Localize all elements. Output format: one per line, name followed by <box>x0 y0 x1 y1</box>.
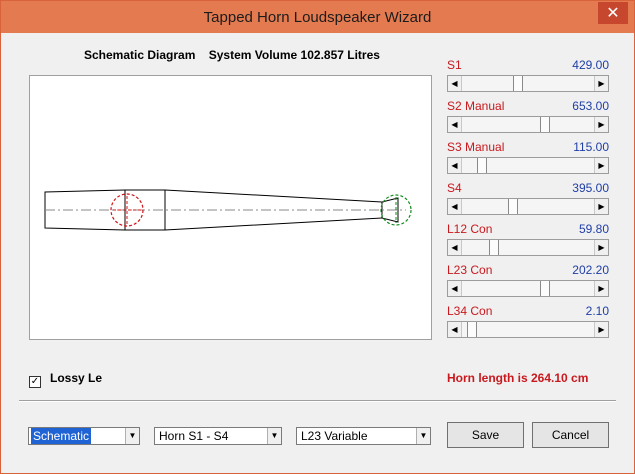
slider-scrollbar[interactable]: ◀ ▶ <box>447 75 609 92</box>
schematic-header: Schematic Diagram System Volume 102.857 … <box>84 48 380 62</box>
slider-label: S4 <box>447 181 462 195</box>
slider-value: 202.20 <box>572 263 609 277</box>
slider-scrollbar[interactable]: ◀ ▶ <box>447 116 609 133</box>
view-select-value: Schematic <box>31 428 92 444</box>
scroll-right-icon[interactable]: ▶ <box>594 158 608 173</box>
divider <box>19 400 616 402</box>
close-button[interactable]: ✕ <box>598 2 628 24</box>
slider-scrollbar[interactable]: ◀ ▶ <box>447 198 609 215</box>
schematic-diagram <box>29 75 432 340</box>
lossy-le-checkbox[interactable]: ✓ Lossy Le <box>29 371 102 388</box>
scroll-left-icon[interactable]: ◀ <box>448 199 462 214</box>
scroll-left-icon[interactable]: ◀ <box>448 76 462 91</box>
slider-label: S2 Manual <box>447 99 505 113</box>
chevron-down-icon[interactable]: ▼ <box>125 428 139 444</box>
slider-value: 59.80 <box>578 222 609 236</box>
slider-group: S3 Manual 115.00 ◀ ▶ <box>447 140 609 178</box>
lossy-le-label: Lossy Le <box>50 371 103 385</box>
slider-value: 429.00 <box>572 58 609 72</box>
chevron-down-icon[interactable]: ▼ <box>267 428 281 444</box>
scroll-left-icon[interactable]: ◀ <box>448 322 462 337</box>
system-volume: System Volume 102.857 Litres <box>208 48 380 62</box>
slider-group: S2 Manual 653.00 ◀ ▶ <box>447 99 609 137</box>
horn-select-value: Horn S1 - S4 <box>159 429 229 443</box>
window-title: Tapped Horn Loudspeaker Wizard <box>203 9 432 26</box>
scroll-right-icon[interactable]: ▶ <box>594 117 608 132</box>
scroll-left-icon[interactable]: ◀ <box>448 158 462 173</box>
slider-group: L12 Con 59.80 ◀ ▶ <box>447 222 609 260</box>
view-select[interactable]: Schematic ▼ <box>28 427 140 445</box>
slider-label: S3 Manual <box>447 140 505 154</box>
slider-thumb[interactable] <box>477 158 487 173</box>
slider-thumb[interactable] <box>540 117 550 132</box>
horn-length-readout: Horn length is 264.10 cm <box>447 371 589 385</box>
slider-label: L12 Con <box>447 222 493 236</box>
scroll-right-icon[interactable]: ▶ <box>594 76 608 91</box>
slider-value: 115.00 <box>573 140 609 154</box>
slider-thumb[interactable] <box>508 199 518 214</box>
slider-group: S4 395.00 ◀ ▶ <box>447 181 609 219</box>
check-icon: ✓ <box>30 376 40 387</box>
slider-thumb[interactable] <box>540 281 550 296</box>
scroll-left-icon[interactable]: ◀ <box>448 240 462 255</box>
slider-value: 395.00 <box>572 181 609 195</box>
scroll-left-icon[interactable]: ◀ <box>448 117 462 132</box>
horn-select[interactable]: Horn S1 - S4 ▼ <box>154 427 282 445</box>
scroll-right-icon[interactable]: ▶ <box>594 240 608 255</box>
scroll-right-icon[interactable]: ▶ <box>594 322 608 337</box>
title-bar[interactable]: Tapped Horn Loudspeaker Wizard ✕ <box>1 1 634 33</box>
wizard-window: Tapped Horn Loudspeaker Wizard ✕ Schemat… <box>0 0 635 474</box>
slider-scrollbar[interactable]: ◀ ▶ <box>447 157 609 174</box>
slider-label: S1 <box>447 58 462 72</box>
variable-select-value: L23 Variable <box>301 429 368 443</box>
horn-schematic-svg <box>44 189 412 231</box>
slider-scrollbar[interactable]: ◀ ▶ <box>447 280 609 297</box>
save-button[interactable]: Save <box>447 422 524 448</box>
slider-value: 653.00 <box>572 99 609 113</box>
scroll-right-icon[interactable]: ▶ <box>594 199 608 214</box>
scroll-left-icon[interactable]: ◀ <box>448 281 462 296</box>
slider-value: 2.10 <box>585 304 609 318</box>
slider-scrollbar[interactable]: ◀ ▶ <box>447 321 609 338</box>
slider-group: L34 Con 2.10 ◀ ▶ <box>447 304 609 342</box>
cancel-button[interactable]: Cancel <box>532 422 609 448</box>
slider-scrollbar[interactable]: ◀ ▶ <box>447 239 609 256</box>
slider-label: L34 Con <box>447 304 493 318</box>
slider-thumb[interactable] <box>513 76 523 91</box>
slider-thumb[interactable] <box>467 322 477 337</box>
checkbox-box[interactable]: ✓ <box>29 376 41 388</box>
close-icon: ✕ <box>606 3 620 22</box>
variable-select[interactable]: L23 Variable ▼ <box>296 427 431 445</box>
slider-group: S1 429.00 ◀ ▶ <box>447 58 609 96</box>
slider-thumb[interactable] <box>489 240 499 255</box>
dialog-client: Schematic Diagram System Volume 102.857 … <box>9 33 626 467</box>
scroll-right-icon[interactable]: ▶ <box>594 281 608 296</box>
schematic-label: Schematic Diagram <box>84 48 196 62</box>
slider-label: L23 Con <box>447 263 493 277</box>
slider-group: L23 Con 202.20 ◀ ▶ <box>447 263 609 301</box>
chevron-down-icon[interactable]: ▼ <box>416 428 430 444</box>
